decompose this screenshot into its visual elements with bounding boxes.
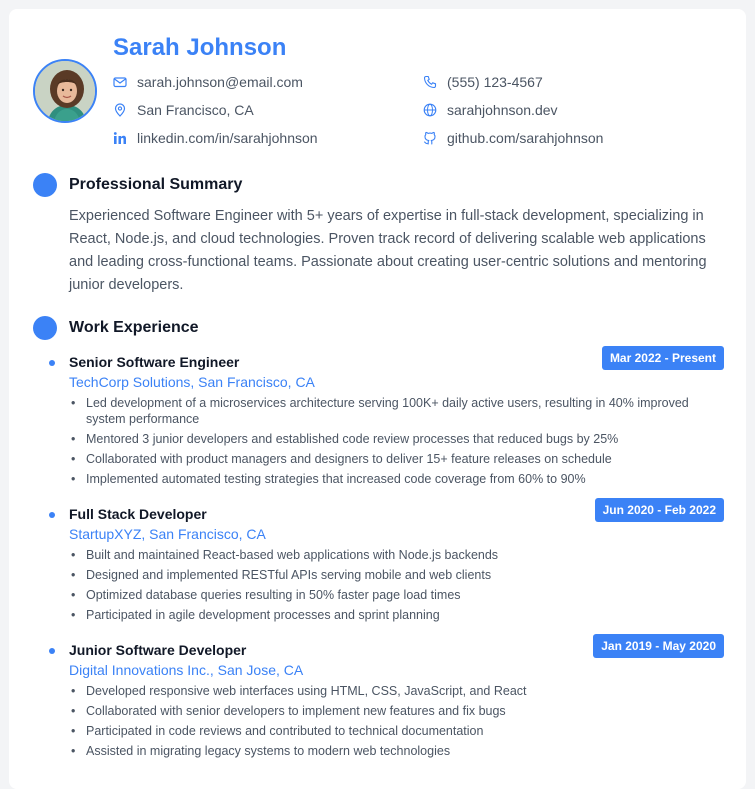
job-marker — [49, 648, 55, 654]
globe-icon — [423, 103, 437, 117]
experience-section-marker — [33, 316, 57, 340]
job-date-badge: Jun 2020 - Feb 2022 — [594, 498, 724, 522]
summary-text: Experienced Software Engineer with 5+ ye… — [69, 208, 707, 293]
email-text: sarah.johnson@email.com — [137, 74, 303, 90]
contact-email[interactable]: sarah.johnson@email.com — [113, 74, 303, 90]
job-company: Digital Innovations Inc., San Jose, CA — [69, 662, 304, 678]
job-bullets: Built and maintained React-based web app… — [69, 547, 729, 627]
linkedin-icon — [113, 132, 126, 144]
job-date-badge: Mar 2022 - Present — [601, 346, 724, 370]
linkedin-text: linkedin.com/in/sarahjohnson — [137, 130, 318, 146]
candidate-name: Sarah Johnson — [113, 34, 287, 61]
github-icon — [423, 131, 436, 145]
website-text: sarahjohnson.dev — [447, 102, 558, 118]
job-bullet: Participated in agile development proces… — [69, 607, 729, 623]
location-text: San Francisco, CA — [137, 102, 254, 118]
job-title: Junior Software Developer — [69, 642, 247, 658]
job-bullet: Collaborated with senior developers to i… — [69, 703, 729, 719]
job-date-badge: Jan 2019 - May 2020 — [593, 634, 724, 658]
job-bullet: Collaborated with product managers and d… — [69, 451, 729, 467]
map-pin-icon — [114, 103, 126, 117]
summary-section-marker — [33, 173, 57, 197]
job-title: Senior Software Engineer — [69, 354, 240, 370]
job-marker — [49, 360, 55, 366]
job-bullet: Implemented automated testing strategies… — [69, 471, 729, 487]
job-company: TechCorp Solutions, San Francisco, CA — [69, 374, 315, 390]
contact-website[interactable]: sarahjohnson.dev — [423, 102, 558, 118]
github-text: github.com/sarahjohnson — [447, 130, 604, 146]
mail-icon — [113, 77, 127, 88]
phone-text: (555) 123-4567 — [447, 74, 543, 90]
job-bullet: Participated in code reviews and contrib… — [69, 723, 729, 739]
profile-photo — [33, 59, 97, 123]
resume-card: Sarah Johnson sarah.johnson@email.com (5… — [9, 9, 746, 789]
job-bullet: Optimized database queries resulting in … — [69, 587, 729, 603]
job-title: Full Stack Developer — [69, 506, 207, 522]
contact-location: San Francisco, CA — [113, 102, 254, 118]
experience-heading: Work Experience — [69, 319, 199, 336]
contact-github[interactable]: github.com/sarahjohnson — [423, 130, 603, 146]
job-bullet: Designed and implemented RESTful APIs se… — [69, 567, 729, 583]
job-bullets: Led development of a microservices archi… — [69, 395, 729, 491]
contact-linkedin[interactable]: linkedin.com/in/sarahjohnson — [113, 130, 318, 146]
job-bullet: Assisted in migrating legacy systems to … — [69, 743, 729, 759]
job-company: StartupXYZ, San Francisco, CA — [69, 526, 266, 542]
summary-heading: Professional Summary — [69, 176, 243, 193]
job-bullet: Developed responsive web interfaces usin… — [69, 683, 729, 699]
job-bullet: Led development of a microservices archi… — [69, 395, 729, 427]
phone-icon — [423, 75, 437, 89]
job-bullet: Mentored 3 junior developers and establi… — [69, 431, 729, 447]
job-bullets: Developed responsive web interfaces usin… — [69, 683, 729, 763]
job-bullet: Built and maintained React-based web app… — [69, 547, 729, 563]
contact-phone[interactable]: (555) 123-4567 — [423, 74, 543, 90]
job-marker — [49, 512, 55, 518]
